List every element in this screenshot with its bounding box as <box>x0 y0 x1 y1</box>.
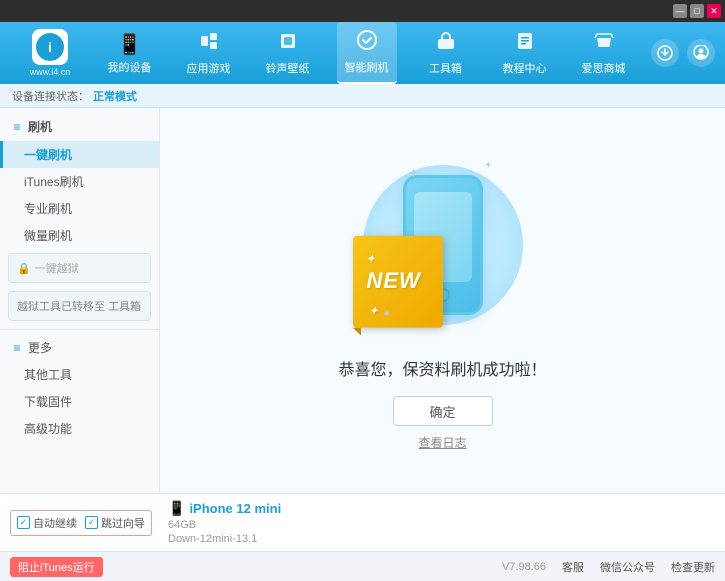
sidebar-item-other-tools[interactable]: 其他工具 <box>0 361 159 388</box>
sparkle-2: ✦ <box>484 160 492 171</box>
sidebar-item-itunes[interactable]: iTunes刷机 <box>0 168 159 195</box>
footer-right: V7.98.66 客服 微信公众号 检查更新 <box>502 559 715 575</box>
official-label: 爱思商城 <box>582 60 626 76</box>
hero-illustration: NEW ✦ ✦ ✦ <box>353 150 533 340</box>
new-ribbon: NEW <box>353 236 443 328</box>
sparkle-1: ✦ <box>408 165 420 182</box>
note-text: 越狱工具已转移至 工具箱 <box>17 301 141 313</box>
user-btn[interactable] <box>687 39 715 67</box>
tutorials-icon <box>514 30 536 58</box>
stop-itunes-btn[interactable]: 阻止iTunes运行 <box>10 557 103 577</box>
ringtones-icon <box>277 30 299 58</box>
footer-version: V7.98.66 <box>502 561 546 573</box>
footer-support-link[interactable]: 客服 <box>562 559 584 575</box>
device-storage: 64GB <box>168 519 281 531</box>
device-name: iPhone 12 mini <box>189 501 281 516</box>
more-group-label: 更多 <box>28 339 52 356</box>
jailbreak-label: 一键越狱 <box>35 260 79 276</box>
flash-group-icon: ≡ <box>10 120 24 134</box>
nav-items: 📱 我的设备 应用游戏 铃声壁纸 <box>90 22 643 84</box>
minimize-btn[interactable]: — <box>673 4 687 18</box>
main-container: ≡ 刷机 一键刷机 iTunes刷机 专业刷机 微量刷机 🔒 一键越狱 越狱工具… <box>0 108 725 493</box>
new-text: NEW <box>367 268 421 293</box>
my-device-label: 我的设备 <box>108 59 152 75</box>
sidebar-item-download-firmware[interactable]: 下载固件 <box>0 388 159 415</box>
flash-group-label: 刷机 <box>28 118 52 135</box>
sidebar-group-flash: ≡ 刷机 <box>0 112 159 141</box>
sidebar-item-micro[interactable]: 微量刷机 <box>0 222 159 249</box>
sidebar-item-pro[interactable]: 专业刷机 <box>0 195 159 222</box>
toolbox-label: 工具箱 <box>429 60 462 76</box>
nav-ringtones[interactable]: 铃声壁纸 <box>258 22 318 84</box>
device-model: Down-12mini-13,1 <box>168 533 281 545</box>
sidebar-divider <box>0 329 159 330</box>
title-bar: — □ ✕ <box>0 0 725 22</box>
nav-apps-games[interactable]: 应用游戏 <box>179 22 239 84</box>
device-bar: ✓ 自动继续 ✓ 跳过向导 📱 iPhone 12 mini 64GB Down… <box>0 493 725 551</box>
sidebar-group-more: ≡ 更多 <box>0 334 159 361</box>
footer-update-link[interactable]: 检查更新 <box>671 559 715 575</box>
footer-wechat-link[interactable]: 微信公众号 <box>600 559 655 575</box>
sparkle-3: ✦ <box>383 309 391 320</box>
device-name-row: 📱 iPhone 12 mini <box>168 500 281 517</box>
smart-shop-label: 智能刷机 <box>345 59 389 75</box>
ringtones-label: 铃声壁纸 <box>266 60 310 76</box>
more-group-icon: ≡ <box>10 341 24 355</box>
logo-icon: i <box>32 29 68 65</box>
nav-my-device[interactable]: 📱 我的设备 <box>100 22 160 84</box>
status-label: 设备连接状态： <box>12 88 89 104</box>
lock-icon: 🔒 <box>17 262 31 275</box>
device-phone-icon: 📱 <box>168 500 185 517</box>
nav-smart-shop[interactable]: 智能刷机 <box>337 22 397 84</box>
ribbon-tail <box>353 328 361 336</box>
daily-link[interactable]: 查看日志 <box>418 434 466 451</box>
logo-url: www.i4.cn <box>30 67 71 77</box>
nav-tutorials[interactable]: 教程中心 <box>495 22 555 84</box>
apps-games-label: 应用游戏 <box>187 60 231 76</box>
content-area: NEW ✦ ✦ ✦ 恭喜您，保资料刷机成功啦！ 确定 查看日志 <box>160 108 725 493</box>
close-btn[interactable]: ✕ <box>707 4 721 18</box>
confirm-button[interactable]: 确定 <box>393 396 493 426</box>
header-right <box>651 39 715 67</box>
apps-games-icon <box>198 30 220 58</box>
new-banner: NEW <box>353 236 443 328</box>
official-icon <box>593 30 615 58</box>
sidebar-item-one-click[interactable]: 一键刷机 <box>0 141 159 168</box>
footer: 阻止iTunes运行 V7.98.66 客服 微信公众号 检查更新 <box>0 551 725 581</box>
toolbox-icon <box>435 30 457 58</box>
nav-official[interactable]: 爱思商城 <box>574 22 634 84</box>
status-value: 正常模式 <box>93 88 137 104</box>
sidebar-item-advanced[interactable]: 高级功能 <box>0 415 159 442</box>
logo-area[interactable]: i www.i4.cn <box>10 29 90 77</box>
my-device-icon: 📱 <box>117 32 142 57</box>
sidebar-jailbreak-note: 越狱工具已转移至 工具箱 <box>8 291 151 321</box>
download-btn[interactable] <box>651 39 679 67</box>
nav-toolbox[interactable]: 工具箱 <box>416 22 476 84</box>
maximize-btn[interactable]: □ <box>690 4 704 18</box>
sidebar: ≡ 刷机 一键刷机 iTunes刷机 专业刷机 微量刷机 🔒 一键越狱 越狱工具… <box>0 108 160 493</box>
sidebar-disabled-jailbreak: 🔒 一键越狱 <box>8 253 151 283</box>
footer-left: 阻止iTunes运行 <box>10 557 103 577</box>
status-bar: 设备连接状态： 正常模式 <box>0 84 725 108</box>
tutorials-label: 教程中心 <box>503 60 547 76</box>
success-message: 恭喜您，保资料刷机成功啦！ <box>338 356 546 380</box>
smart-shop-icon <box>356 29 378 57</box>
svg-text:i: i <box>48 39 52 55</box>
header: i www.i4.cn 📱 我的设备 应用游戏 <box>0 22 725 84</box>
